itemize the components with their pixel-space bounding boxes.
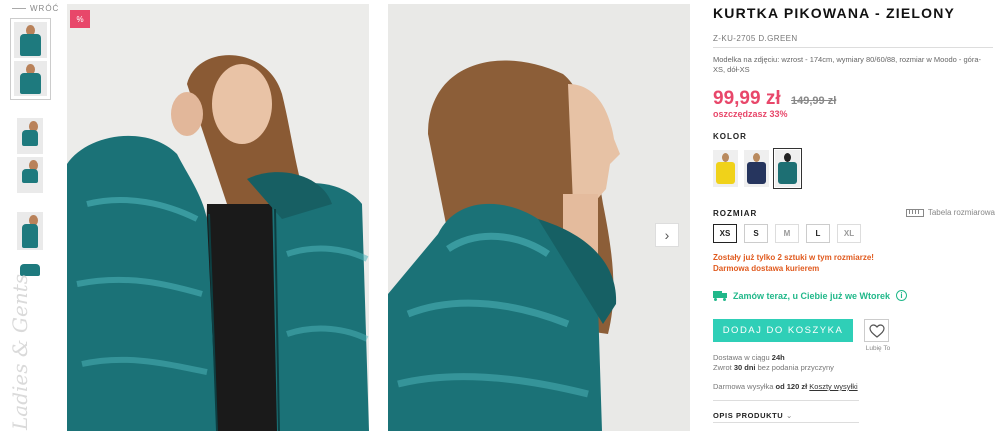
- delivery-time-prefix: Dostawa w ciągu: [713, 353, 772, 362]
- model-side-illustration: [388, 4, 690, 431]
- chevron-right-icon: ›: [664, 227, 670, 243]
- description-toggle[interactable]: OPIS PRODUKTU ⌄: [713, 411, 793, 420]
- return-policy: Zwrot 30 dni bez podania przyczyny: [713, 363, 834, 373]
- color-label: KOLOR: [713, 132, 747, 141]
- divider: [713, 47, 993, 48]
- size-s[interactable]: S: [744, 224, 768, 243]
- size-guide-label: Tabela rozmiarowa: [927, 208, 995, 217]
- return-suffix: bez podania przyczyny: [755, 363, 834, 372]
- info-icon[interactable]: i: [896, 290, 908, 301]
- thumb-close[interactable]: [17, 212, 43, 250]
- free-shipping-value: od 120 zł: [775, 382, 808, 391]
- size-m[interactable]: M: [775, 224, 799, 243]
- product-photo-side[interactable]: ›: [388, 4, 690, 431]
- old-price: 149,99 zł: [791, 95, 837, 107]
- model-info: Modelka na zdjęciu: wzrost - 174cm, wymi…: [713, 55, 982, 74]
- delivery-time-value: 24h: [771, 353, 785, 362]
- description-label: OPIS PRODUKTU: [713, 411, 784, 420]
- thumbnail-group-selected[interactable]: [10, 18, 51, 100]
- product-photo-front[interactable]: %: [67, 4, 369, 431]
- delivery-time: Dostawa w ciągu 24h: [713, 353, 785, 363]
- model-front-illustration: [67, 4, 369, 431]
- free-shipping: Darmowa wysyłka od 120 zł Koszty wysyłki: [713, 382, 858, 392]
- wishlist-label: Lubię To: [865, 345, 891, 352]
- free-shipping-prefix: Darmowa wysyłka: [713, 382, 776, 391]
- divider: [713, 422, 859, 423]
- sale-badge: %: [70, 10, 90, 28]
- truck-icon: [713, 290, 727, 301]
- back-label: WRÓĆ: [30, 4, 60, 13]
- wishlist-button[interactable]: [864, 319, 889, 342]
- thumb-front[interactable]: [14, 22, 47, 58]
- thumb-full-2[interactable]: [17, 157, 43, 193]
- return-days: 30 dni: [733, 363, 756, 372]
- color-swatch-navy[interactable]: [744, 150, 769, 187]
- shipping-costs-link[interactable]: Koszty wysyłki: [809, 382, 857, 391]
- watermark: Ladies & Gents: [8, 273, 32, 430]
- size-xs[interactable]: XS: [713, 224, 737, 243]
- next-image-button[interactable]: ›: [655, 223, 679, 247]
- divider: [713, 400, 859, 401]
- thumb-side[interactable]: [14, 60, 47, 96]
- product-title: KURTKA PIKOWANA - ZIELONY: [713, 5, 956, 21]
- size-xl[interactable]: XL: [837, 224, 861, 243]
- color-swatch-yellow[interactable]: [713, 150, 738, 187]
- size-label: ROZMIAR: [713, 209, 758, 218]
- heart-icon: [868, 323, 885, 338]
- stock-warning: Zostały już tylko 2 sztuki w tym rozmiar…: [713, 252, 874, 274]
- shipping-note: Darmowa dostawa kurierem: [713, 264, 820, 273]
- product-sku: Z-KU-2705 D.GREEN: [713, 34, 798, 43]
- return-prefix: Zwrot: [713, 363, 734, 372]
- delivery-estimate-text: Zamów teraz, u Ciebie już we Wtorek: [733, 290, 891, 301]
- back-link[interactable]: WRÓĆ: [12, 4, 59, 13]
- add-to-cart-button[interactable]: DODAJ DO KOSZYKA: [713, 319, 853, 342]
- price: 99,99 zł: [713, 88, 781, 109]
- back-line-icon: [12, 8, 26, 9]
- size-l[interactable]: L: [806, 224, 830, 243]
- thumb-full[interactable]: [17, 118, 43, 154]
- stock-warning-text: Zostały już tylko 2 sztuki w tym rozmiar…: [713, 253, 874, 262]
- chevron-down-icon: ⌄: [786, 411, 793, 420]
- savings: oszczędzasz 33%: [713, 109, 788, 119]
- delivery-estimate: Zamów teraz, u Ciebie już we Wtorek i: [713, 290, 908, 301]
- color-swatch-green[interactable]: [773, 148, 802, 189]
- size-guide-link[interactable]: Tabela rozmiarowa: [905, 208, 995, 217]
- ruler-icon: [905, 208, 924, 217]
